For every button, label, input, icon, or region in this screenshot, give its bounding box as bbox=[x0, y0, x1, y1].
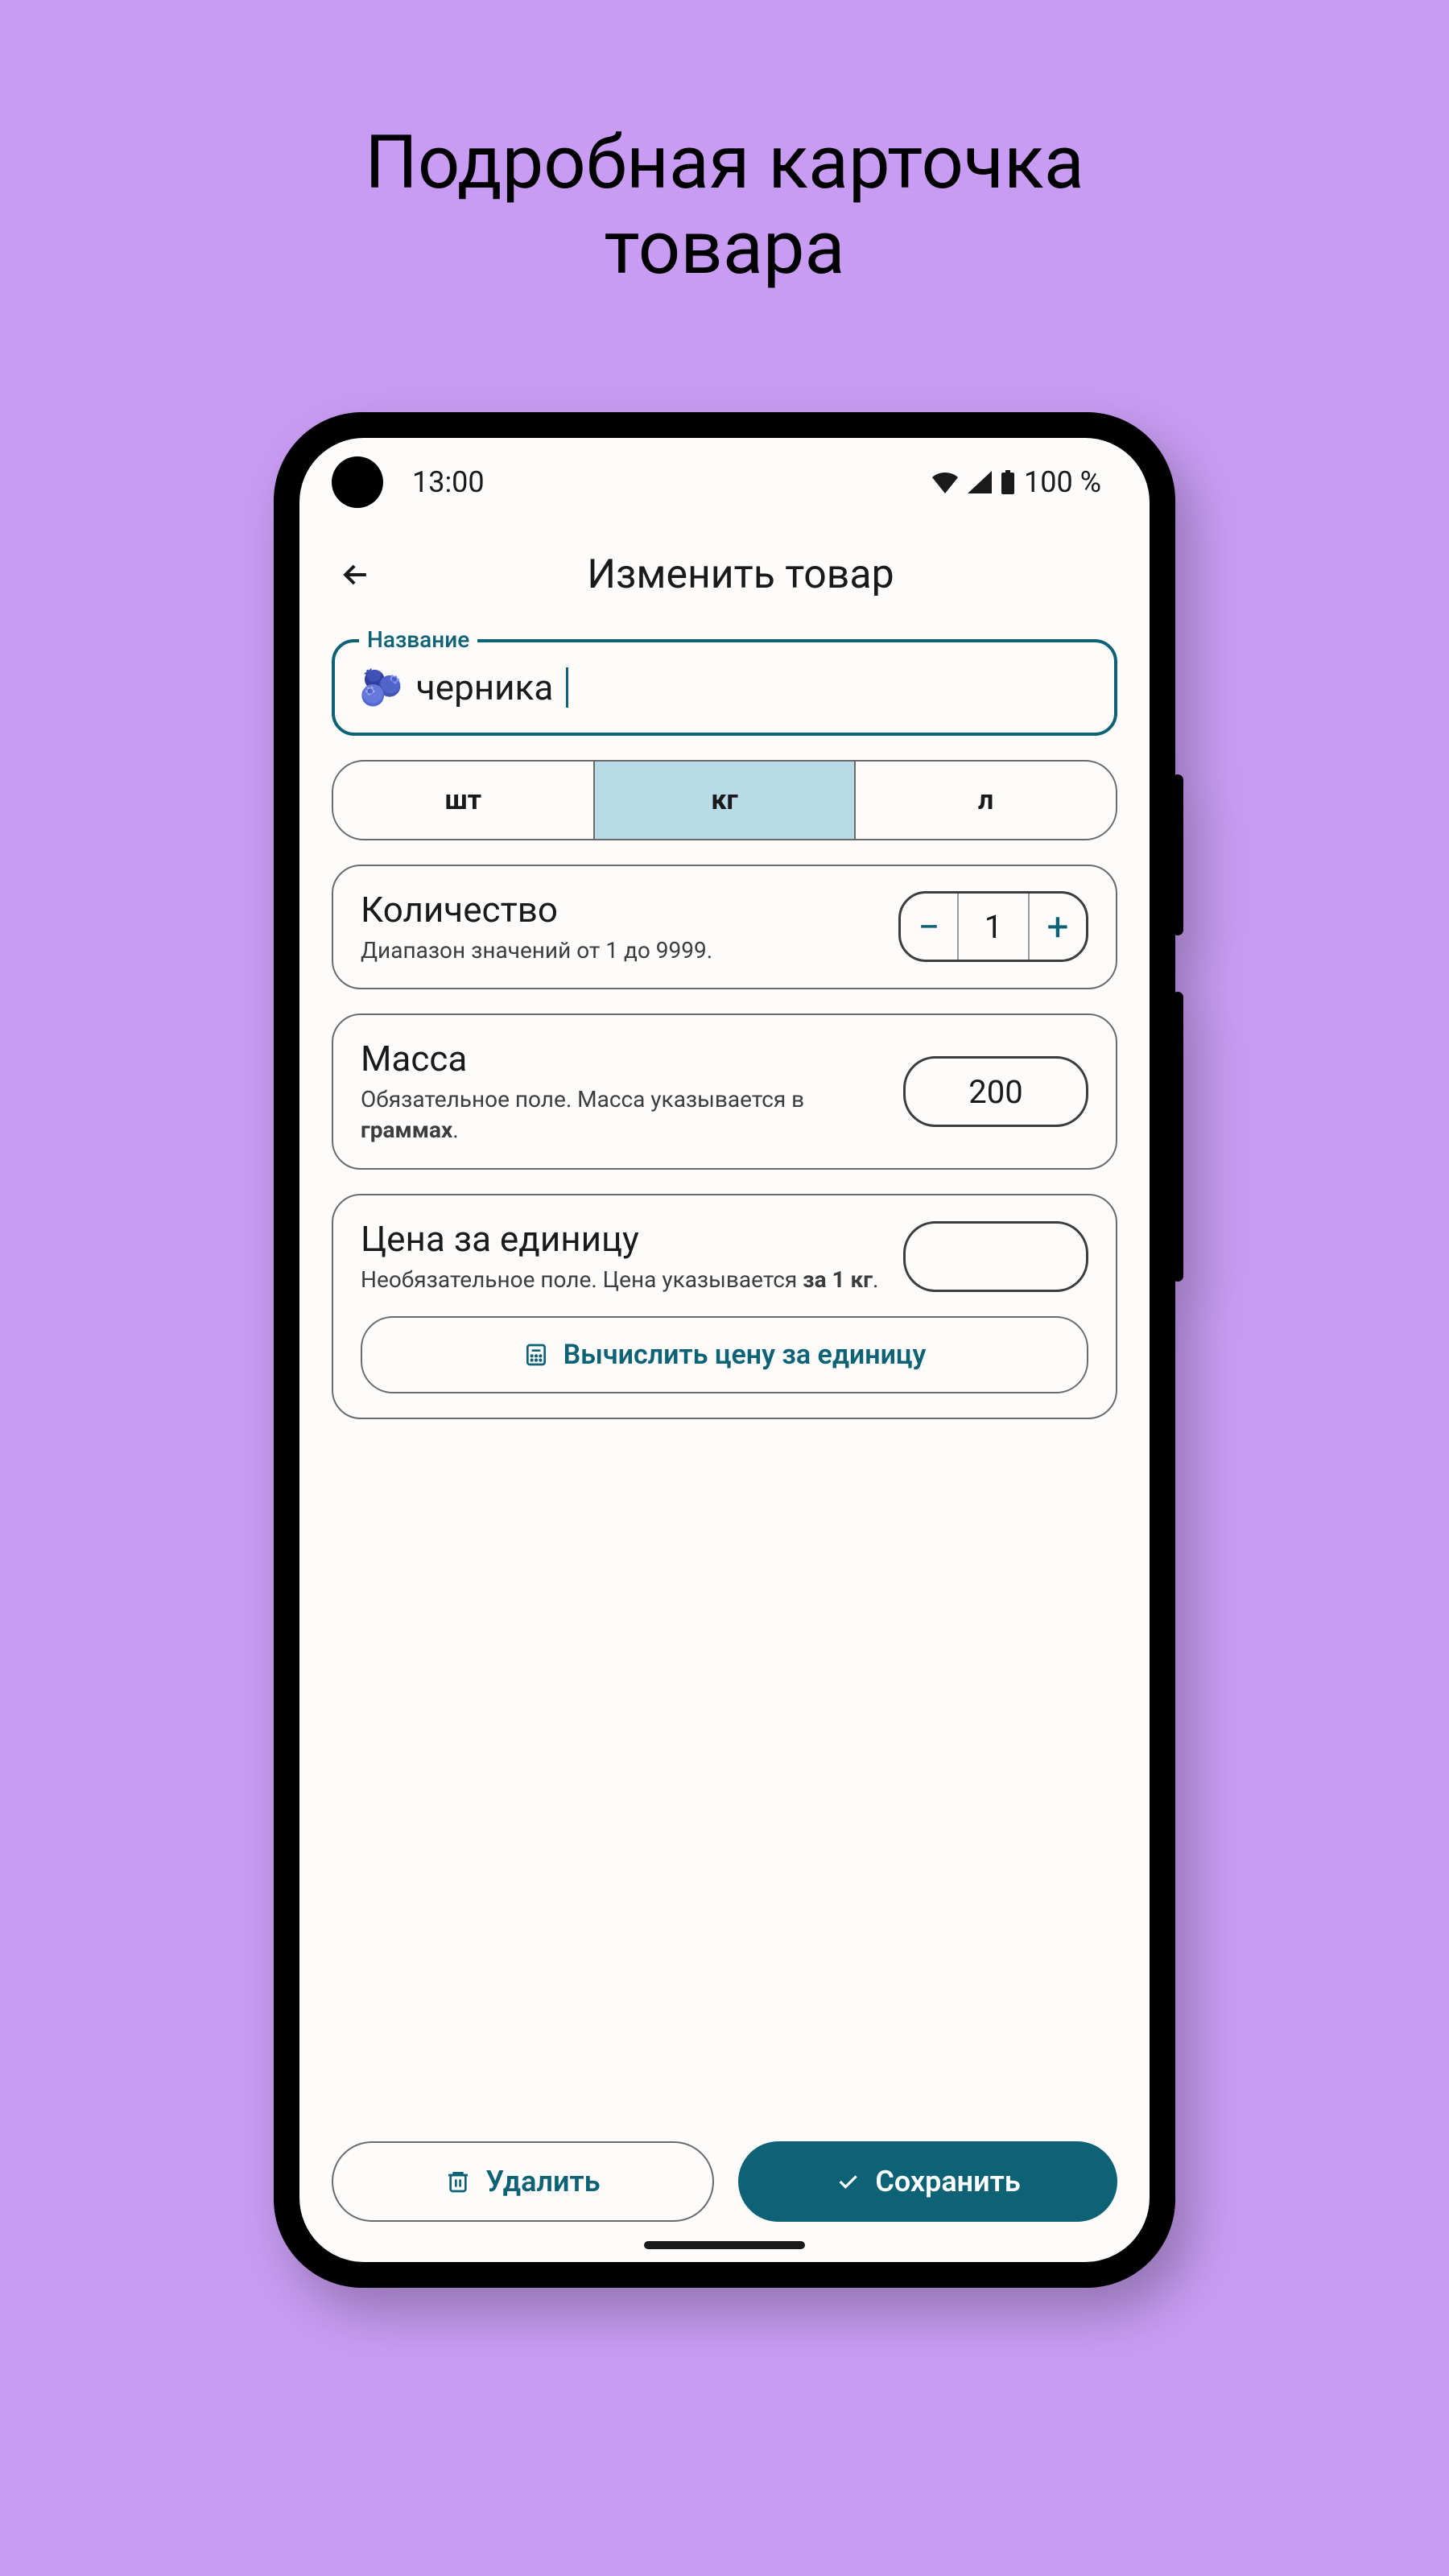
delete-label: Удалить bbox=[485, 2165, 600, 2198]
save-button[interactable]: Сохранить bbox=[738, 2141, 1117, 2222]
price-subtitle: Необязательное поле. Цена указывается за… bbox=[361, 1265, 887, 1295]
phone-power-button bbox=[1172, 774, 1183, 935]
quantity-card: Количество Диапазон значений от 1 до 999… bbox=[332, 865, 1117, 990]
quantity-value[interactable]: 1 bbox=[957, 894, 1030, 960]
trash-icon bbox=[445, 2169, 471, 2194]
unit-segmented-control: шт кг л bbox=[332, 760, 1117, 840]
delete-button[interactable]: Удалить bbox=[332, 2141, 714, 2222]
quantity-decrement-button[interactable]: − bbox=[901, 894, 957, 960]
back-button[interactable] bbox=[332, 551, 380, 599]
save-label: Сохранить bbox=[875, 2165, 1020, 2198]
wifi-icon bbox=[931, 471, 960, 493]
footer-actions: Удалить Сохранить bbox=[299, 2117, 1150, 2262]
price-input[interactable] bbox=[903, 1221, 1088, 1292]
quantity-increment-button[interactable]: + bbox=[1030, 894, 1086, 960]
mass-title: Масса bbox=[361, 1038, 887, 1080]
page-title: Изменить товар bbox=[412, 551, 1069, 598]
mass-input[interactable]: 200 bbox=[903, 1056, 1088, 1127]
status-bar: 13:00 100 % bbox=[299, 438, 1150, 526]
phone-volume-button bbox=[1172, 992, 1183, 1282]
arrow-left-icon bbox=[338, 557, 374, 592]
phone-frame: 13:00 100 % Изменить товар Название bbox=[274, 412, 1175, 2288]
quantity-stepper: − 1 + bbox=[898, 891, 1088, 962]
camera-cutout bbox=[332, 456, 383, 508]
name-field-label: Название bbox=[359, 626, 477, 653]
status-icons: 100 % bbox=[931, 465, 1101, 499]
price-title: Цена за единицу bbox=[361, 1218, 887, 1260]
promo-title: Подробная карточка товара bbox=[365, 121, 1084, 291]
unit-option-liters[interactable]: л bbox=[854, 762, 1116, 839]
signal-icon bbox=[968, 471, 992, 493]
unit-option-kg[interactable]: кг bbox=[593, 762, 855, 839]
blueberry-emoji-icon: 🫐 bbox=[359, 667, 403, 708]
mass-value: 200 bbox=[968, 1073, 1022, 1111]
screen: 13:00 100 % Изменить товар Название bbox=[299, 438, 1150, 2262]
calculate-price-button[interactable]: Вычислить цену за единицу bbox=[361, 1316, 1088, 1393]
quantity-title: Количество bbox=[361, 889, 882, 931]
calculator-icon bbox=[523, 1342, 549, 1368]
battery-icon bbox=[1000, 470, 1016, 494]
mass-subtitle: Обязательное поле. Масса указывается в г… bbox=[361, 1084, 887, 1146]
check-icon bbox=[835, 2169, 861, 2194]
promo-line1: Подробная карточка bbox=[365, 120, 1084, 206]
price-card: Цена за единицу Необязательное поле. Цен… bbox=[332, 1194, 1117, 1419]
calculate-price-label: Вычислить цену за единицу bbox=[564, 1339, 927, 1371]
promo-line2: товара bbox=[604, 205, 844, 291]
unit-option-pieces[interactable]: шт bbox=[333, 762, 593, 839]
name-field-value: черника bbox=[416, 667, 553, 708]
content-area: Название 🫐 черника шт кг л Количество bbox=[299, 623, 1150, 2117]
app-bar: Изменить товар bbox=[299, 526, 1150, 623]
battery-percent: 100 % bbox=[1024, 465, 1101, 499]
quantity-subtitle: Диапазон значений от 1 до 9999. bbox=[361, 935, 882, 966]
mass-card: Масса Обязательное поле. Масса указывает… bbox=[332, 1013, 1117, 1170]
status-time: 13:00 bbox=[412, 465, 485, 499]
text-cursor bbox=[566, 667, 568, 708]
gesture-bar[interactable] bbox=[644, 2241, 805, 2249]
name-field[interactable]: Название 🫐 черника bbox=[332, 639, 1117, 736]
